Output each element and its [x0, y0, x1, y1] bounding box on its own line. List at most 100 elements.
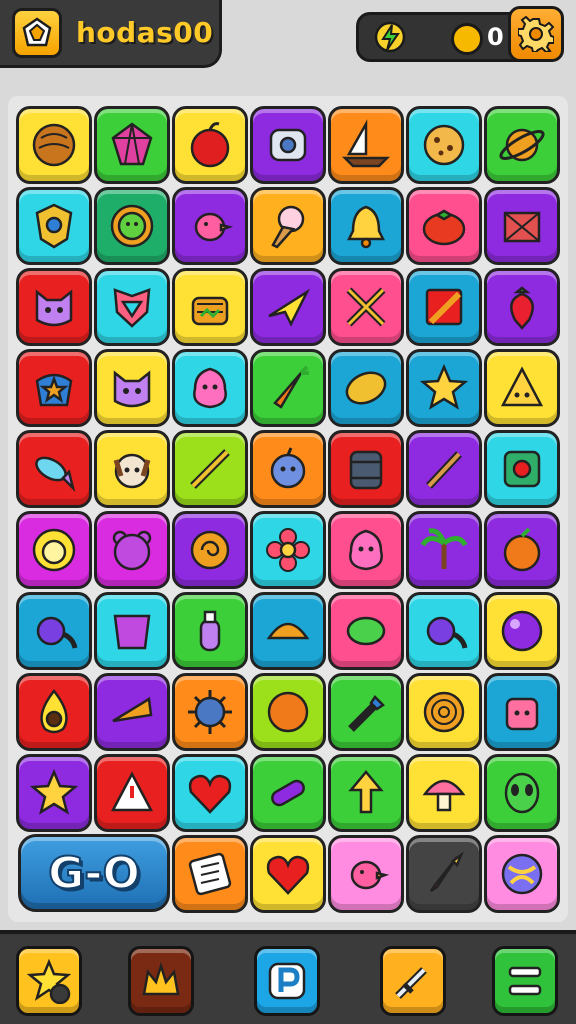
settings-button[interactable] [508, 6, 564, 62]
game-tile[interactable] [16, 187, 92, 265]
game-tile[interactable] [16, 106, 92, 184]
game-tile[interactable] [328, 349, 404, 427]
game-tile[interactable] [484, 106, 560, 184]
game-tile[interactable] [94, 511, 170, 589]
coconut-icon [32, 123, 76, 167]
game-tile[interactable] [406, 592, 482, 670]
game-tile[interactable] [484, 430, 560, 508]
game-tile[interactable] [172, 268, 248, 346]
game-tile[interactable] [484, 268, 560, 346]
game-tile[interactable] [250, 268, 326, 346]
game-tile[interactable] [16, 511, 92, 589]
game-tile[interactable] [94, 106, 170, 184]
tadpole-icon [36, 616, 78, 649]
game-tile[interactable] [94, 592, 170, 670]
star-coin-icon [26, 958, 72, 1004]
game-tile[interactable] [94, 430, 170, 508]
game-tile[interactable] [484, 592, 560, 670]
game-tile[interactable] [406, 673, 482, 751]
game-tile[interactable] [406, 430, 482, 508]
game-tile[interactable] [16, 349, 92, 427]
flower-icon [266, 528, 310, 572]
game-tile[interactable] [406, 187, 482, 265]
game-tile[interactable] [328, 673, 404, 751]
game-tile[interactable] [328, 106, 404, 184]
game-tile[interactable] [16, 673, 92, 751]
sword-icon [395, 967, 427, 999]
app-title: hodas00 [76, 16, 214, 49]
game-tile[interactable] [250, 835, 326, 913]
bomb-icon [270, 447, 306, 489]
swirl-icon [190, 530, 230, 570]
crown-button[interactable] [128, 946, 194, 1016]
game-tile[interactable] [406, 754, 482, 832]
game-tile[interactable] [16, 430, 92, 508]
game-tile[interactable] [94, 187, 170, 265]
game-tile[interactable] [172, 349, 248, 427]
game-tile[interactable] [406, 106, 482, 184]
game-tile[interactable] [484, 349, 560, 427]
game-tile[interactable] [172, 511, 248, 589]
orb-icon [501, 610, 543, 652]
ice-cream-icon [271, 205, 305, 249]
game-tile[interactable] [406, 268, 482, 346]
game-tile[interactable] [94, 349, 170, 427]
game-tile[interactable] [172, 187, 248, 265]
planet-icon [499, 128, 545, 162]
game-tile[interactable] [328, 187, 404, 265]
game-tile[interactable] [250, 349, 326, 427]
logo-icon[interactable] [12, 7, 62, 58]
bottle-icon [199, 610, 221, 652]
p-button[interactable] [254, 946, 320, 1016]
rocket-icon [429, 851, 464, 893]
star-coin-button[interactable] [16, 946, 82, 1016]
game-tile[interactable] [172, 592, 248, 670]
game-tile[interactable] [250, 187, 326, 265]
game-tile[interactable] [172, 106, 248, 184]
game-tile[interactable] [250, 511, 326, 589]
game-tile[interactable] [328, 592, 404, 670]
lightning-icon[interactable] [371, 20, 409, 54]
menu-button[interactable] [492, 946, 558, 1016]
game-tile[interactable] [406, 835, 482, 913]
basket-icon [191, 296, 229, 326]
game-tile[interactable] [484, 673, 560, 751]
game-tile[interactable] [406, 511, 482, 589]
lion-face-icon [32, 528, 76, 572]
star-icon [419, 363, 469, 410]
game-tile[interactable] [328, 754, 404, 832]
game-tile[interactable] [328, 268, 404, 346]
game-tile[interactable] [172, 673, 248, 751]
game-tile[interactable] [328, 511, 404, 589]
game-board: G-O [8, 96, 568, 922]
game-tile[interactable] [172, 430, 248, 508]
game-tile[interactable] [484, 187, 560, 265]
game-tile[interactable] [484, 511, 560, 589]
game-tile[interactable] [484, 754, 560, 832]
strawberry-icon [510, 286, 534, 330]
game-tile[interactable] [250, 106, 326, 184]
arrow-up-icon [348, 770, 384, 814]
game-tile[interactable] [484, 835, 560, 913]
game-tile[interactable] [328, 835, 404, 913]
game-tile[interactable] [250, 754, 326, 832]
game-tile[interactable] [16, 592, 92, 670]
game-tile[interactable] [16, 754, 92, 832]
game-tile[interactable] [250, 430, 326, 508]
game-tile[interactable] [16, 268, 92, 346]
game-tile[interactable] [94, 268, 170, 346]
game-tile[interactable] [406, 349, 482, 427]
game-tile[interactable] [172, 835, 248, 913]
crate-icon [503, 211, 541, 243]
game-tile[interactable] [94, 673, 170, 751]
carrot-icon [273, 365, 309, 409]
crossed-swords-icon [346, 287, 386, 327]
gear-icon [518, 16, 554, 52]
game-tile[interactable] [94, 754, 170, 832]
game-tile[interactable] [172, 754, 248, 832]
game-tile[interactable] [328, 430, 404, 508]
go-button[interactable]: G-O [18, 834, 170, 912]
sword-button[interactable] [380, 946, 446, 1016]
game-tile[interactable] [250, 592, 326, 670]
game-tile[interactable] [250, 673, 326, 751]
